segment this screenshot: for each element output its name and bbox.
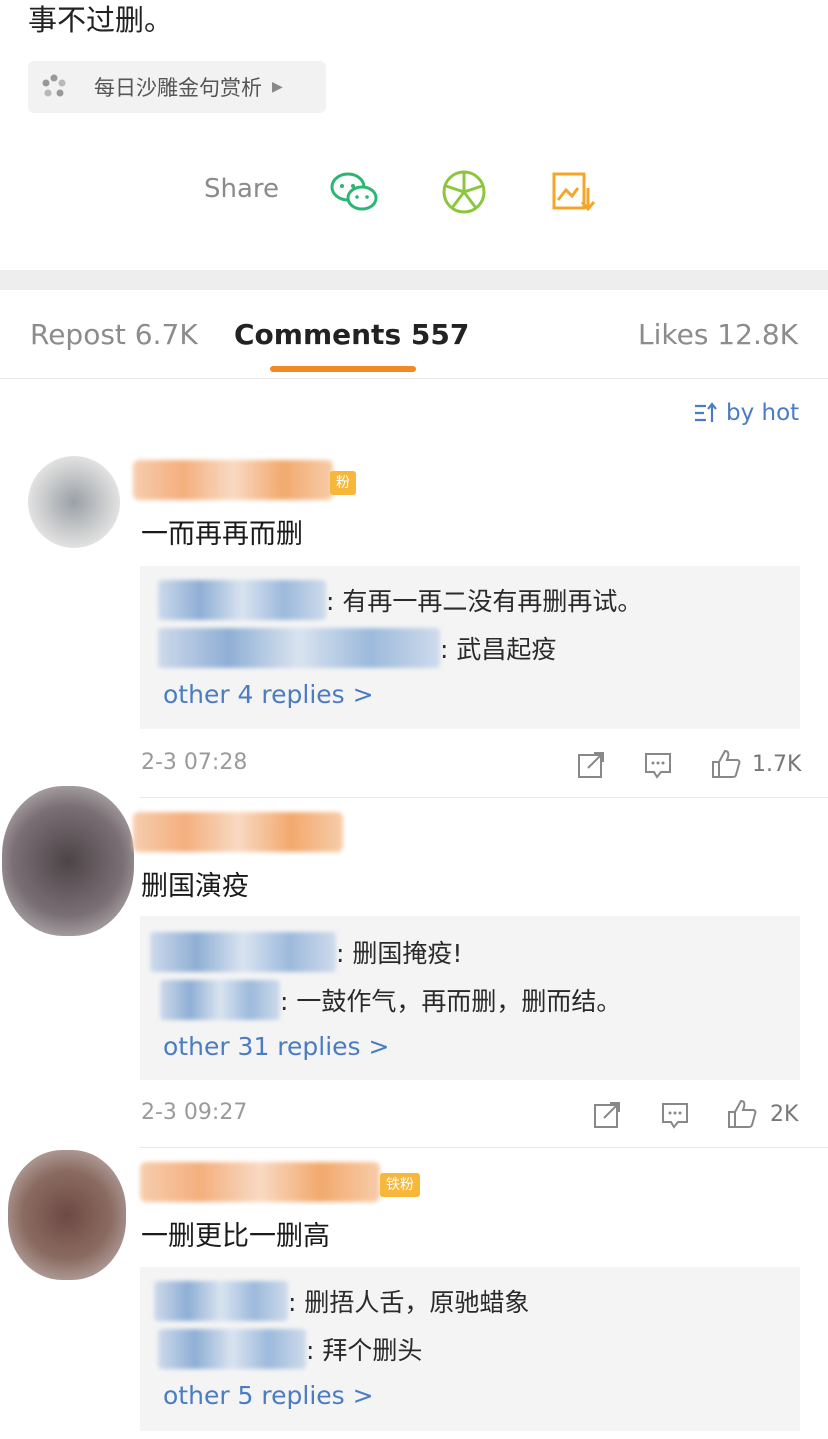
tab-likes[interactable]: Likes 12.8K (638, 318, 798, 351)
reply-line: : 删国掩疫! (150, 932, 462, 972)
active-tab-indicator (270, 366, 416, 372)
comment-time: 2-3 09:27 (141, 1100, 248, 1125)
reply-line: : 删捂人舌，原驰蜡象 (154, 1281, 529, 1321)
sort-toggle[interactable]: by hot (692, 400, 799, 426)
comment-divider (140, 1147, 828, 1148)
reply-username-redacted (160, 980, 280, 1020)
reply-line: : 有再一再二没有再删再试。 (158, 580, 642, 620)
topic-chip[interactable]: 每日沙雕金句赏析 ▶ (28, 61, 326, 113)
tab-comments[interactable]: Comments 557 (234, 318, 469, 351)
sort-icon (695, 402, 717, 422)
more-replies-link[interactable]: other 5 replies > (163, 1381, 374, 1410)
reply-line: : 一鼓作气，再而删，删而结。 (160, 980, 621, 1020)
username-redacted[interactable] (133, 812, 343, 852)
like-icon[interactable] (726, 1098, 757, 1128)
like-count: 2K (770, 1102, 799, 1127)
username-redacted[interactable] (140, 1162, 380, 1202)
reply-username-redacted (158, 1329, 306, 1369)
avatar[interactable] (8, 1150, 126, 1280)
comment-text: 一删更比一删高 (141, 1221, 330, 1252)
fan-badge: 铁粉 (380, 1173, 420, 1197)
like-count: 1.7K (752, 752, 802, 777)
share-label: Share (204, 174, 280, 204)
save-image-icon[interactable] (548, 166, 600, 218)
comment-icon[interactable] (643, 750, 673, 780)
more-replies-link[interactable]: other 31 replies > (163, 1032, 389, 1061)
like-icon[interactable] (710, 748, 741, 778)
topic-logo-icon (28, 61, 80, 113)
reply-line: : 武昌起疫 (158, 628, 556, 668)
reply-box[interactable]: : 删捂人舌，原驰蜡象 : 拜个删头 other 5 replies > (140, 1267, 800, 1431)
avatar[interactable] (2, 786, 134, 936)
sort-label: by hot (726, 400, 800, 426)
tab-repost[interactable]: Repost 6.7K (30, 318, 198, 351)
comment-time: 2-3 07:28 (141, 750, 248, 775)
repost-icon[interactable] (576, 750, 606, 780)
reply-line: : 拜个删头 (158, 1329, 422, 1369)
comment-divider (140, 797, 828, 798)
topic-label: 每日沙雕金句赏析 (94, 76, 262, 100)
reply-username-redacted (154, 1281, 288, 1321)
fan-badge: 粉 (330, 471, 356, 495)
reply-box[interactable]: : 有再一再二没有再删再试。 : 武昌起疫 other 4 replies > (140, 566, 800, 729)
comment-icon[interactable] (660, 1100, 690, 1130)
more-replies-link[interactable]: other 4 replies > (163, 680, 374, 709)
wechat-icon[interactable] (328, 166, 380, 218)
comment-text: 删国演疫 (141, 871, 249, 902)
reply-username-redacted (158, 580, 326, 620)
reply-username-redacted (158, 628, 440, 668)
post-text: 事不过删。 (28, 3, 174, 37)
reply-box[interactable]: : 删国掩疫! : 一鼓作气，再而删，删而结。 other 31 replies… (140, 916, 800, 1080)
comment-text: 一而再再而删 (141, 519, 303, 550)
repost-icon[interactable] (592, 1100, 622, 1130)
reply-username-redacted (150, 932, 336, 972)
avatar[interactable] (28, 456, 120, 548)
chevron-right-icon: ▶ (272, 79, 283, 95)
section-separator (0, 270, 828, 290)
username-redacted[interactable] (133, 460, 333, 500)
moments-icon[interactable] (438, 166, 490, 218)
